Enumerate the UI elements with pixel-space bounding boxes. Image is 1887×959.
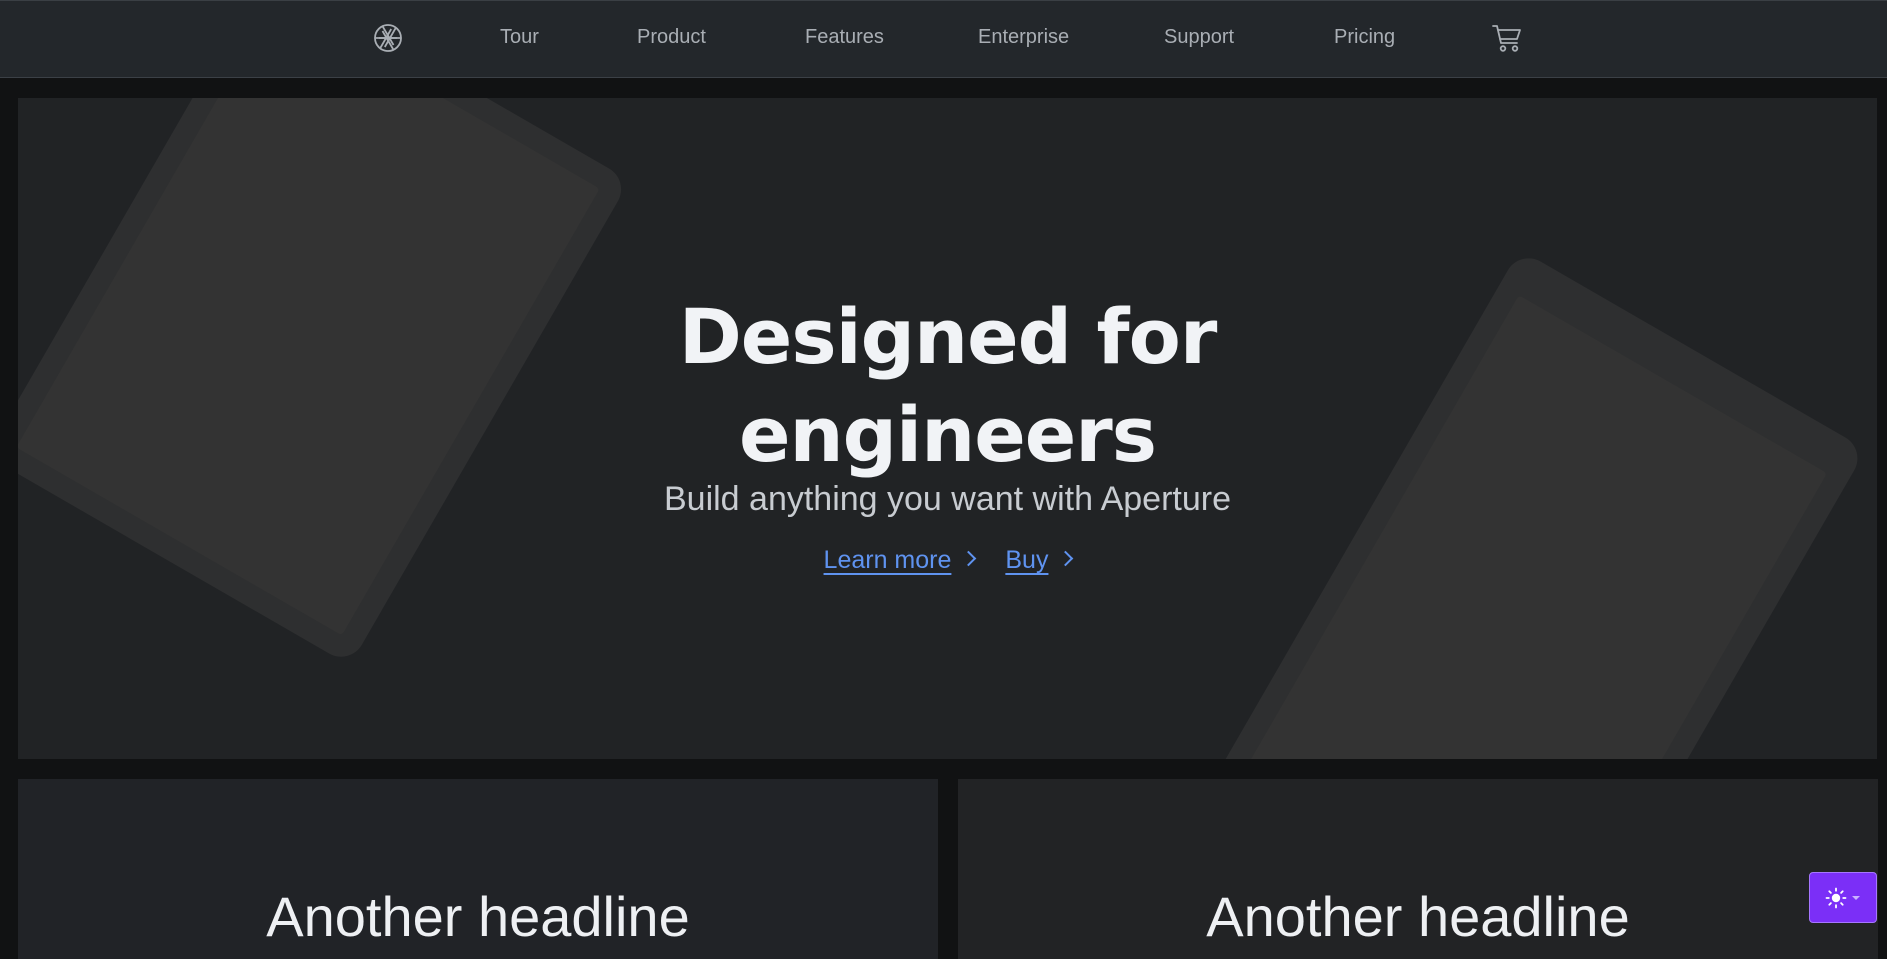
hero-title-line-1: Designed for xyxy=(678,292,1218,381)
nav-link-pricing[interactable]: Pricing xyxy=(1334,26,1395,49)
cart-icon[interactable] xyxy=(1491,23,1523,53)
aperture-logo-icon[interactable] xyxy=(373,23,403,53)
buy-label: Buy xyxy=(1005,546,1049,574)
learn-more-link[interactable]: Learn more xyxy=(823,546,977,575)
nav-container: Tour Product Features Enterprise Support… xyxy=(0,1,1887,79)
nav-link-enterprise[interactable]: Enterprise xyxy=(978,26,1069,49)
sun-icon xyxy=(1825,887,1847,908)
navbar: Tour Product Features Enterprise Support… xyxy=(0,0,1887,78)
nav-link-features[interactable]: Features xyxy=(805,26,884,49)
hero-title-line-2: engineers xyxy=(738,390,1157,479)
caret-down-icon xyxy=(1852,895,1860,900)
hero-links: Learn more Buy xyxy=(18,546,1877,575)
nav-link-product[interactable]: Product xyxy=(637,26,706,49)
feature-card-right: Another headline xyxy=(958,779,1878,959)
card-headline: Another headline xyxy=(266,885,690,948)
theme-toggle-button[interactable] xyxy=(1809,872,1877,923)
hero-title: Designed for engineers xyxy=(18,288,1877,484)
nav-link-support[interactable]: Support xyxy=(1164,26,1234,49)
feature-card-left: Another headline xyxy=(18,779,938,959)
hero-subtitle: Build anything you want with Aperture xyxy=(663,480,1231,518)
learn-more-label: Learn more xyxy=(823,546,952,574)
buy-link[interactable]: Buy xyxy=(1005,546,1074,575)
chevron-right-icon xyxy=(961,550,977,567)
card-headline: Another headline xyxy=(1206,885,1630,948)
hero-section: Designed for engineers Build anything yo… xyxy=(18,98,1877,759)
nav-link-tour[interactable]: Tour xyxy=(500,26,539,49)
chevron-right-icon xyxy=(1058,550,1074,567)
